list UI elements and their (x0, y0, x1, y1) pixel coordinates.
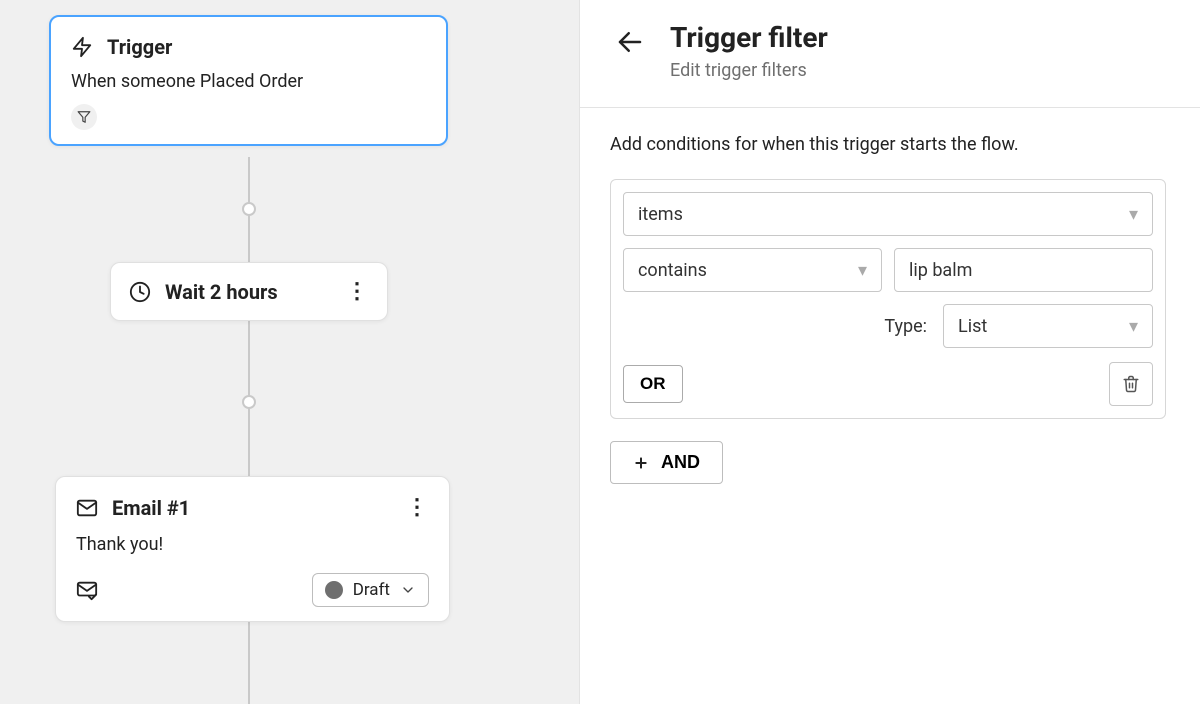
type-select[interactable]: List ▾ (943, 304, 1153, 348)
email-menu-button[interactable]: ⋮ (405, 495, 429, 520)
email-node[interactable]: Email #1 ⋮ Thank you! Draft (55, 476, 450, 622)
chevron-down-icon (400, 582, 416, 598)
lightning-icon (71, 36, 93, 58)
plus-icon (633, 455, 649, 471)
chevron-down-icon: ▾ (858, 260, 867, 281)
value-input-value: lip balm (909, 260, 972, 281)
condition-group: items ▾ contains ▾ lip balm Type: List ▾ (610, 179, 1166, 419)
type-select-value: List (958, 316, 987, 337)
clock-icon (129, 281, 151, 303)
status-dot-icon (325, 581, 343, 599)
trigger-node[interactable]: Trigger When someone Placed Order (49, 15, 448, 146)
email-title: Email #1 (112, 496, 190, 520)
wait-label: Wait 2 hours (165, 280, 278, 304)
mail-icon (76, 497, 98, 519)
value-input[interactable]: lip balm (894, 248, 1153, 292)
operator-select[interactable]: contains ▾ (623, 248, 882, 292)
trash-icon (1122, 375, 1140, 393)
trigger-description: When someone Placed Order (71, 71, 426, 92)
mail-check-icon (76, 579, 98, 601)
or-button[interactable]: OR (623, 365, 683, 403)
email-status-select[interactable]: Draft (312, 573, 429, 607)
filter-chip[interactable] (71, 104, 97, 130)
trigger-title: Trigger (107, 35, 172, 59)
chevron-down-icon: ▾ (1129, 316, 1138, 337)
panel-title: Trigger filter (670, 22, 828, 54)
type-label: Type: (884, 316, 927, 337)
email-status-label: Draft (353, 580, 390, 600)
wait-node[interactable]: Wait 2 hours ⋮ (110, 262, 388, 321)
and-label: AND (661, 452, 700, 473)
trigger-filter-panel: Trigger filter Edit trigger filters Add … (579, 0, 1200, 704)
field-select-value: items (638, 204, 683, 225)
delete-condition-button[interactable] (1109, 362, 1153, 406)
and-button[interactable]: AND (610, 441, 723, 484)
panel-instruction: Add conditions for when this trigger sta… (610, 134, 1166, 155)
operator-select-value: contains (638, 260, 707, 281)
back-button[interactable] (610, 22, 650, 62)
arrow-left-icon (615, 27, 645, 57)
wait-menu-button[interactable]: ⋮ (345, 279, 369, 304)
panel-subtitle: Edit trigger filters (670, 60, 828, 81)
filter-icon (77, 110, 91, 124)
chevron-down-icon: ▾ (1129, 204, 1138, 225)
email-subject: Thank you! (76, 534, 429, 555)
field-select[interactable]: items ▾ (623, 192, 1153, 236)
